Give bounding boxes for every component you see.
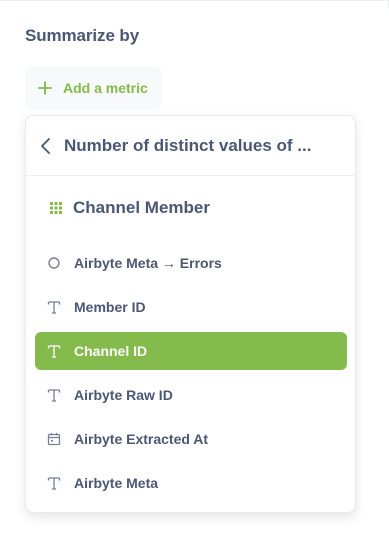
field-item-selected[interactable]: Channel ID bbox=[35, 332, 347, 370]
field-label: Airbyte Raw ID bbox=[74, 387, 173, 403]
field-item[interactable]: Airbyte Extracted At bbox=[35, 420, 347, 458]
popover-title: Number of distinct values of ... bbox=[64, 135, 312, 155]
metric-picker-popover: Number of distinct values of ... Channel… bbox=[25, 115, 356, 513]
field-label: Airbyte Extracted At bbox=[74, 431, 209, 447]
table-name: Channel Member bbox=[73, 198, 210, 217]
text-type-icon bbox=[47, 300, 61, 314]
top-divider bbox=[0, 0, 389, 1]
summarize-by-label: Summarize by bbox=[25, 26, 140, 45]
field-label: Airbyte Meta → Errors bbox=[74, 255, 222, 271]
table-section-header: Channel Member bbox=[26, 194, 355, 222]
field-item[interactable]: Member ID bbox=[35, 288, 347, 326]
field-label: Member ID bbox=[74, 299, 146, 315]
text-type-icon bbox=[47, 388, 61, 402]
popover-back-header[interactable]: Number of distinct values of ... bbox=[26, 116, 355, 176]
calendar-icon bbox=[47, 432, 61, 446]
plus-icon bbox=[38, 81, 52, 95]
field-item[interactable]: Airbyte Raw ID bbox=[35, 376, 347, 414]
field-label: Airbyte Meta bbox=[74, 475, 159, 491]
field-label: Channel ID bbox=[74, 343, 148, 359]
chevron-left-icon bbox=[41, 137, 50, 154]
circle-icon bbox=[47, 256, 61, 270]
text-type-icon bbox=[47, 344, 61, 358]
add-metric-button[interactable]: Add a metric bbox=[25, 67, 162, 109]
add-metric-label: Add a metric bbox=[63, 80, 148, 96]
field-item[interactable]: Airbyte Meta bbox=[35, 464, 347, 502]
field-item[interactable]: Airbyte Meta → Errors bbox=[35, 244, 347, 282]
table-grid-icon bbox=[50, 202, 62, 214]
text-type-icon bbox=[47, 476, 61, 490]
